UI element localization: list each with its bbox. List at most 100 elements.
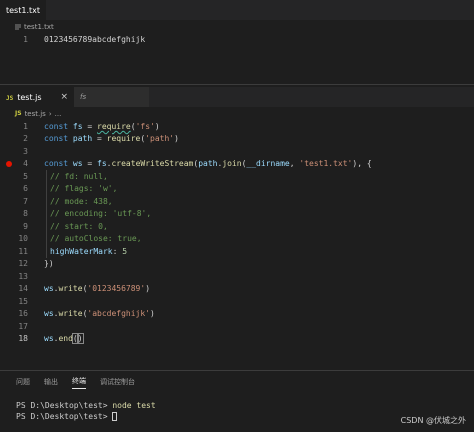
line-number: 3: [23, 146, 28, 156]
line-number: 7: [23, 196, 28, 206]
top-editor-pane: test1.txt test1.txt 1 0123456789abcdefgh…: [0, 0, 474, 82]
terminal-prompt: PS D:\Desktop\test>: [16, 401, 108, 410]
close-icon[interactable]: ×: [60, 92, 68, 102]
code-line: 18 ws.end(): [0, 333, 474, 346]
comment: // mode: 438,: [50, 196, 113, 206]
line-number: 15: [18, 296, 28, 306]
function-name: require: [106, 134, 141, 144]
terminal-cursor: [112, 412, 118, 421]
comment: // start: 0,: [50, 221, 108, 231]
js-file-icon: JS: [6, 94, 14, 102]
chevron-right-icon: ›: [48, 109, 52, 118]
object: ws: [44, 334, 54, 344]
bottom-editor-pane: JS test.js × fs JS test.js › ... 1 const …: [0, 87, 474, 367]
pane-divider[interactable]: [0, 84, 474, 85]
function-name: require: [97, 121, 131, 131]
code-line: 1 0123456789abcdefghijk: [0, 33, 474, 46]
code-line: 12 }): [0, 258, 474, 271]
terminal-command: node test: [112, 401, 156, 410]
breadcrumb[interactable]: test1.txt: [0, 20, 474, 33]
tab-fs[interactable]: fs: [74, 87, 149, 107]
top-code-area[interactable]: 1 0123456789abcdefghijk: [0, 33, 474, 46]
code-line: 8 // encoding: 'utf-8',: [0, 207, 474, 220]
line-number: 12: [18, 259, 28, 269]
operator: =: [92, 134, 107, 144]
function-name: join: [222, 159, 242, 169]
terminal-line: PS D:\Desktop\test> node test: [16, 401, 474, 412]
operator: =: [82, 121, 98, 131]
line-number: 9: [23, 221, 28, 231]
string: 'path': [145, 134, 175, 144]
function-name: end: [58, 334, 73, 344]
tab-test-js[interactable]: JS test.js ×: [0, 87, 74, 107]
object: path: [198, 159, 218, 169]
string: 'abcdefghijk': [87, 309, 151, 319]
code-line: 10 // autoClose: true,: [0, 232, 474, 245]
breadcrumb-symbol: ...: [54, 109, 62, 118]
keyword: const: [44, 121, 69, 131]
top-tab-bar: test1.txt: [0, 0, 474, 20]
code-line: 17: [0, 320, 474, 333]
line-number: 11: [18, 246, 28, 256]
tab-test1-txt[interactable]: test1.txt: [0, 0, 47, 20]
watermark: CSDN @伏城之外: [400, 416, 466, 425]
code-line: 14 ws.write('0123456789'): [0, 283, 474, 296]
line-number: 4: [23, 159, 28, 169]
code-line: 11 highWaterMark: 5: [0, 245, 474, 258]
line-number: 16: [18, 309, 28, 319]
object: fs: [97, 159, 107, 169]
bottom-panel: 问题 输出 终端 调试控制台 PS D:\Desktop\test> node …: [0, 370, 474, 432]
operator: =: [82, 159, 98, 169]
keyword: const: [44, 134, 69, 144]
tab-output[interactable]: 输出: [44, 377, 58, 387]
js-file-icon: JS: [15, 110, 22, 117]
fs-tab-label: fs: [80, 93, 87, 101]
code-line: 16 ws.write('abcdefghijk'): [0, 308, 474, 321]
function-name: write: [58, 284, 83, 294]
tab-label: test.js: [17, 92, 42, 102]
breadcrumb[interactable]: JS test.js › ...: [0, 107, 474, 120]
line-number: 6: [23, 184, 28, 194]
line-number: 1: [23, 34, 28, 44]
string: 'fs': [135, 121, 155, 131]
keyword: const: [44, 159, 69, 169]
line-number: 8: [23, 209, 28, 219]
code-line: 5 // fd: null,: [0, 170, 474, 183]
code-line: 1 const fs = require('fs'): [0, 120, 474, 133]
code-line: 9 // start: 0,: [0, 220, 474, 233]
tab-debug-console[interactable]: 调试控制台: [100, 377, 135, 387]
number: 5: [122, 246, 128, 256]
code-line: 13: [0, 270, 474, 283]
breadcrumb-file: test1.txt: [24, 22, 54, 31]
line-number: 17: [18, 321, 28, 331]
breakpoint-icon[interactable]: [6, 160, 12, 167]
function-name: createWriteStream: [111, 159, 194, 169]
code-line: 3: [0, 145, 474, 158]
tab-problems[interactable]: 问题: [16, 377, 30, 387]
file-lines-icon: [15, 24, 21, 29]
variable: path: [72, 134, 93, 144]
bottom-code-area[interactable]: 1 const fs = require('fs') 2 const path …: [0, 120, 474, 345]
string: '0123456789': [87, 284, 146, 294]
code-line: 15: [0, 295, 474, 308]
comment: // flags: 'w',: [50, 184, 118, 194]
variable: __dirname: [246, 159, 290, 169]
line-number: 18: [18, 334, 28, 344]
property: highWaterMark: [50, 246, 113, 256]
string: 'test1.txt': [299, 159, 353, 169]
line-number: 13: [18, 271, 28, 281]
tab-terminal[interactable]: 终端: [72, 376, 86, 389]
line-text: 0123456789abcdefghijk: [44, 34, 146, 44]
function-name: write: [58, 309, 83, 319]
object: ws: [44, 309, 54, 319]
terminal-prompt: PS D:\Desktop\test>: [16, 412, 108, 421]
line-number: 14: [18, 284, 28, 294]
line-number: 1: [23, 121, 28, 131]
variable: fs: [72, 121, 83, 131]
comment: // fd: null,: [50, 171, 108, 181]
punctuation: }): [44, 259, 54, 269]
code-line: 4 const ws = fs.createWriteStream(path.j…: [0, 158, 474, 171]
line-number: 2: [23, 134, 28, 144]
code-line: 2 const path = require('path'): [0, 133, 474, 146]
variable: ws: [72, 159, 83, 169]
